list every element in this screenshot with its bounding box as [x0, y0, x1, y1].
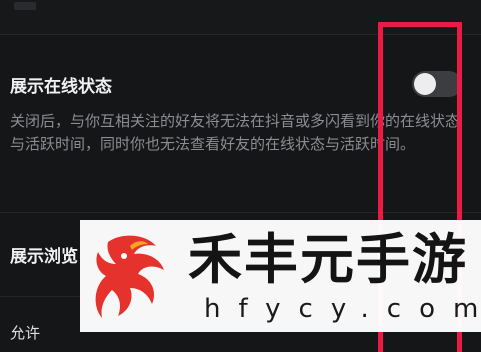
- partial-row-label: 允许: [10, 324, 41, 342]
- online-status-title: 展示在线状态: [10, 77, 112, 97]
- watermark: 禾丰元手游 hfycy.com: [80, 220, 481, 332]
- watermark-title: 禾丰元手游: [188, 228, 468, 291]
- watermark-domain: hfycy.com: [204, 294, 481, 324]
- browse-row-title[interactable]: 展示浏览: [10, 242, 78, 267]
- dragon-logo-icon: [95, 235, 164, 318]
- back-icon[interactable]: [14, 2, 36, 10]
